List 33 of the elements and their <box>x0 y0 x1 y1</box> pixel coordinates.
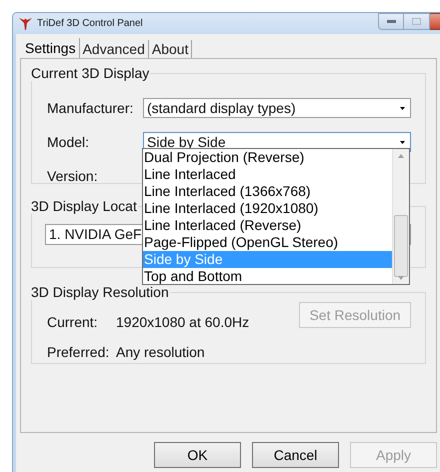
dropdown-arrow-icon[interactable] <box>400 106 404 110</box>
close-button[interactable] <box>430 13 440 30</box>
list-item[interactable]: Line Interlaced <box>143 166 392 183</box>
list-item[interactable]: Line Interlaced (Reverse) <box>143 217 392 234</box>
list-item[interactable]: Dual Projection (Reverse) <box>143 149 392 166</box>
field-value: 1920x1080 at 60.0Hz <box>116 313 250 332</box>
tab[interactable]: Advanced <box>80 40 149 58</box>
tab[interactable]: About <box>148 40 192 58</box>
group-title: Current 3D Display <box>31 65 150 81</box>
dropdown-arrow-icon[interactable] <box>400 140 404 144</box>
list-item[interactable]: Page-Flipped (OpenGL Stereo) <box>143 234 392 251</box>
field-label: Preferred: <box>47 343 110 362</box>
dialog-button[interactable]: Cancel <box>252 442 339 468</box>
scrollbar[interactable] <box>392 149 409 284</box>
list-item[interactable]: Line Interlaced (1366x768) <box>143 183 392 200</box>
field-value: Any resolution <box>116 343 206 362</box>
field-label: Current: <box>47 313 99 332</box>
dropdown-value: 1. NVIDIA GeF <box>49 225 142 244</box>
field-label: Version: <box>47 166 99 186</box>
group-title: 3D Display Resolution <box>31 284 170 300</box>
maximize-button[interactable] <box>404 13 430 30</box>
dropdown[interactable]: (standard display types) <box>143 98 411 118</box>
dialog-button[interactable]: OK <box>154 442 241 468</box>
window-title: TriDef 3D Control Panel <box>37 17 143 31</box>
field-label: Model: <box>47 132 90 152</box>
app-logo-icon <box>19 18 32 30</box>
minimize-button[interactable] <box>378 13 404 30</box>
list-item[interactable]: Line Interlaced (1920x1080) <box>143 200 392 217</box>
scroll-up-icon[interactable] <box>398 154 404 158</box>
group-title: 3D Display Locat <box>31 198 138 214</box>
scroll-thumb[interactable] <box>394 215 408 277</box>
list-item[interactable]: Top and Bottom <box>143 268 392 285</box>
field-label: Manufacturer: <box>47 98 134 118</box>
